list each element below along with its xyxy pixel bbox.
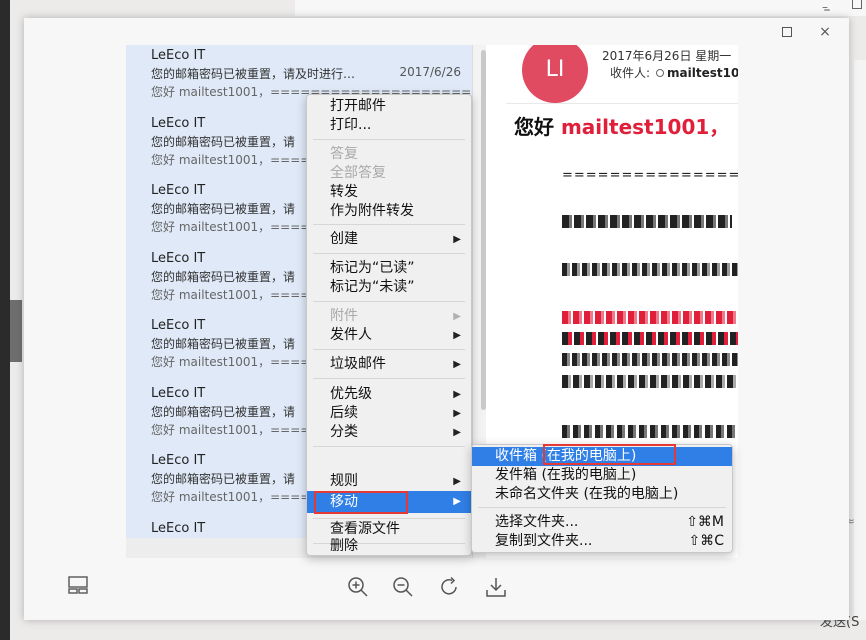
- submenu-item-choose-folder[interactable]: 选择文件夹... ⇧⌘M: [472, 513, 732, 532]
- submenu-item-unnamed-folder[interactable]: 未命名文件夹 (在我的电脑上): [472, 485, 732, 504]
- menu-item-junk[interactable]: 垃圾邮件 ▶: [307, 355, 471, 374]
- menu-item-label: 创建: [330, 231, 358, 247]
- submenu-arrow-icon: ▶: [453, 359, 461, 370]
- menu-item-mark-read[interactable]: 标记为“已读”: [307, 259, 471, 278]
- viewer-minimize-icon[interactable]: –: [816, 2, 838, 18]
- menu-item-categorize[interactable]: 分类 ▶: [307, 423, 471, 442]
- header-divider: [506, 103, 738, 104]
- submenu-arrow-icon: ▶: [453, 234, 461, 245]
- submenu-arrow-icon: ▶: [453, 389, 461, 400]
- redacted-text: [562, 375, 738, 388]
- menu-item-delete[interactable]: 删除: [307, 537, 471, 556]
- redacted-text: [562, 425, 738, 438]
- mail-sender: LeEco IT: [151, 48, 206, 63]
- redacted-text: [562, 263, 738, 276]
- background-panel: [854, 60, 866, 620]
- submenu-arrow-icon: ▶: [453, 496, 461, 507]
- menu-item-priority[interactable]: 优先级 ▶: [307, 385, 471, 404]
- menu-item-forward[interactable]: 转发: [307, 183, 471, 202]
- menu-item-reply: 答复: [330, 146, 358, 162]
- avatar: LI: [522, 45, 588, 103]
- menu-separator: [313, 139, 465, 140]
- background-titlebar: [295, 0, 866, 16]
- submenu-item-outbox[interactable]: 发件箱 (在我的电脑上): [472, 466, 732, 485]
- submenu-arrow-icon: ▶: [453, 330, 461, 341]
- background-app-edge: [0, 0, 10, 640]
- message-date: 2017年6月26日 星期一: [602, 49, 732, 63]
- redacted-text: [562, 215, 732, 228]
- greeting-text: 您好: [514, 115, 554, 139]
- redacted-text: [562, 311, 738, 324]
- zoom-out-icon[interactable]: [391, 576, 415, 600]
- annotation-highlight-box: [314, 491, 408, 514]
- viewer-close-icon[interactable]: ×: [814, 24, 836, 40]
- menu-item-sender[interactable]: 发件人 ▶: [307, 326, 471, 345]
- shortcut-label: ⇧⌘C: [688, 533, 724, 549]
- redacted-text: [562, 332, 738, 345]
- move-submenu: 收件箱 (在我的电脑上) 发件箱 (在我的电脑上) 未命名文件夹 (在我的电脑上…: [471, 444, 733, 553]
- submenu-arrow-icon: ▶: [453, 476, 461, 487]
- mail-date: 2017/6/26: [399, 65, 461, 79]
- background-scrollbar: [10, 300, 22, 362]
- menu-item-create[interactable]: 创建 ▶: [307, 230, 471, 249]
- greeting-recipient: mailtest1001，: [560, 115, 730, 139]
- submenu-arrow-icon: ▶: [453, 311, 461, 322]
- redacted-text: [562, 353, 738, 366]
- message-separator: =======================: [562, 168, 738, 183]
- menu-item-print[interactable]: 打印...: [307, 116, 471, 135]
- context-menu: 打开邮件 打印... 答复 全部答复 转发 作为附件转发 创建 ▶ 标记为“已读”…: [306, 94, 472, 556]
- menu-item-label: 复制到文件夹...: [495, 533, 593, 549]
- menu-item-label: 后续: [330, 405, 358, 421]
- list-item[interactable]: LeEco IT 您的邮箱密码已被重置，请及时进行… 2017/6/26 您好 …: [151, 47, 471, 101]
- menu-item-label: 选择文件夹...: [495, 514, 579, 530]
- zoom-in-icon[interactable]: [346, 576, 370, 600]
- menu-item-label: 发件人: [330, 327, 372, 343]
- shortcut-label: ⇧⌘M: [686, 514, 724, 530]
- recipient-address[interactable]: mailtest10: [667, 66, 738, 80]
- recipient-line: 收件人: mailtest10: [610, 64, 738, 81]
- menu-separator: [313, 301, 465, 302]
- submenu-arrow-icon: ▶: [453, 408, 461, 419]
- annotation-highlight-box: [543, 444, 676, 465]
- thumbnail-view-icon[interactable]: [66, 576, 90, 600]
- menu-item-label: 垃圾邮件: [330, 356, 386, 372]
- menu-item-label: 分类: [330, 424, 358, 440]
- menu-separator: [313, 446, 465, 447]
- menu-item-mark-unread[interactable]: 标记为“未读”: [307, 278, 471, 297]
- menu-item-label: 优先级: [330, 386, 372, 402]
- menu-item-reply-all: 全部答复: [330, 165, 386, 181]
- menu-separator: [313, 518, 465, 519]
- rotate-icon[interactable]: [438, 576, 462, 600]
- menu-item-follow-up[interactable]: 后续 ▶: [307, 404, 471, 423]
- background-maximize-icon[interactable]: [852, 0, 862, 9]
- menu-separator: [478, 507, 726, 508]
- menu-separator: [313, 378, 465, 379]
- viewer-maximize-icon[interactable]: [776, 24, 798, 41]
- submenu-item-copy-to-folder[interactable]: 复制到文件夹... ⇧⌘C: [472, 532, 732, 551]
- message-greeting: 您好 mailtest1001，: [514, 111, 729, 140]
- menu-item-label: 规则: [330, 473, 358, 489]
- status-dot-icon: [656, 69, 665, 77]
- image-viewer-window: – × LeEco IT 您的邮箱密码已被重置，请及时进行… 2017/6/26…: [24, 2, 849, 620]
- recipient-label: 收件人:: [610, 66, 651, 80]
- menu-item-rules[interactable]: 规则 ▶: [307, 472, 471, 491]
- submenu-arrow-icon: ▶: [453, 427, 461, 438]
- menu-item-label: 附件: [330, 308, 358, 324]
- menu-separator: [313, 253, 465, 254]
- menu-item-attachments: 附件 ▶: [307, 307, 471, 326]
- menu-item-open[interactable]: 打开邮件: [307, 97, 471, 116]
- download-icon[interactable]: [484, 576, 508, 600]
- menu-separator: [313, 224, 465, 225]
- menu-item-forward-as-attachment[interactable]: 作为附件转发: [307, 202, 471, 221]
- menu-separator: [313, 349, 465, 350]
